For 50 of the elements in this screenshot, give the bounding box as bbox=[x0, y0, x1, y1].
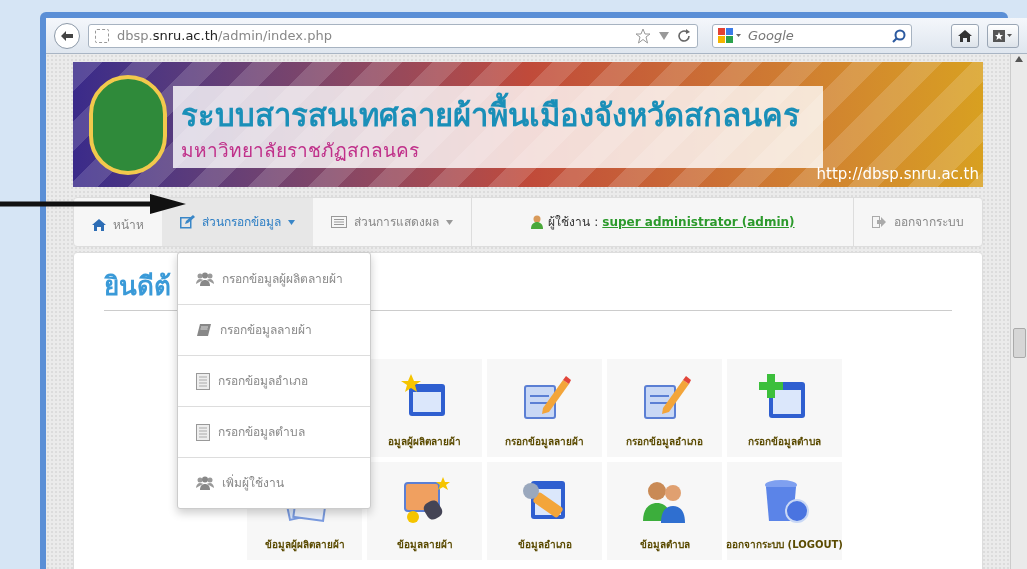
menu-tile[interactable]: กรอกข้อมูลอำเภอ bbox=[607, 359, 722, 457]
scroll-up-icon[interactable] bbox=[1015, 56, 1023, 62]
document-icon bbox=[196, 372, 210, 390]
home-icon bbox=[92, 219, 106, 231]
site-title: ระบบสารสนเทศลายผ้าพื้นเมืองจังหวัดสกลนคร bbox=[181, 91, 815, 138]
home-button[interactable] bbox=[951, 23, 979, 48]
menu-tile[interactable]: กรอกข้อมูลลายผ้า bbox=[487, 359, 602, 457]
home-icon bbox=[958, 29, 972, 42]
address-bar[interactable]: dbsp.snru.ac.th/admin/index.php bbox=[88, 23, 698, 48]
dropdown-caret-icon[interactable] bbox=[659, 31, 669, 40]
caret-icon bbox=[288, 219, 295, 225]
dropdown-item[interactable]: กรอกข้อมูลผู้ผลิตลายผ้า bbox=[178, 253, 370, 304]
sign-out-icon bbox=[872, 216, 886, 228]
bookmark-star-icon bbox=[993, 29, 1013, 42]
nav-menu-item[interactable]: ส่วนกรอกข้อมูล bbox=[162, 198, 313, 246]
university-seal-icon bbox=[89, 74, 167, 175]
banner-url: http://dbsp.snru.ac.th bbox=[816, 163, 979, 185]
menu-tile[interactable]: ข้อมูลตำบล bbox=[607, 462, 722, 560]
scrollbar[interactable] bbox=[1010, 54, 1027, 569]
document-icon bbox=[196, 423, 210, 441]
menu-tile[interactable]: ออกจากระบบ (LOGOUT) bbox=[727, 462, 842, 560]
edit-icon bbox=[180, 215, 195, 229]
star-icon[interactable] bbox=[635, 27, 651, 44]
university-name: มหาวิทยาลัยราชภัฏสกลนคร bbox=[181, 137, 420, 162]
menu-tile[interactable]: ข้อมูลลายผ้า bbox=[367, 462, 482, 560]
menu-tile[interactable]: กรอกข้อมูลตำบล bbox=[727, 359, 842, 457]
users-icon bbox=[196, 476, 214, 490]
search-engine-icon bbox=[718, 27, 742, 44]
menu-tile[interactable]: ข้อมูลอำเภอ bbox=[487, 462, 602, 560]
dropdown-item[interactable]: กรอกข้อมูลลายผ้า bbox=[178, 304, 370, 355]
search-field[interactable]: Google bbox=[712, 23, 912, 48]
back-button[interactable] bbox=[54, 22, 80, 49]
search-input[interactable]: Google bbox=[748, 25, 886, 46]
search-icon[interactable] bbox=[892, 28, 906, 43]
caret-icon bbox=[446, 219, 453, 225]
scroll-thumb[interactable] bbox=[1012, 328, 1026, 358]
bookmarks-button[interactable] bbox=[987, 23, 1019, 48]
dropdown-item[interactable]: กรอกข้อมูลอำเภอ bbox=[178, 355, 370, 406]
url-text: dbsp.snru.ac.th/admin/index.php bbox=[117, 26, 332, 45]
dropdown-item[interactable]: เพิ่มผู้ใช้งาน bbox=[178, 457, 370, 508]
back-arrow-icon bbox=[61, 30, 73, 41]
dropdown-item[interactable]: กรอกข้อมูลตำบล bbox=[178, 406, 370, 457]
site-identity-icon bbox=[95, 28, 109, 43]
welcome-heading: ยินดีต้ bbox=[104, 271, 171, 301]
list-icon bbox=[331, 216, 347, 228]
users-icon bbox=[196, 271, 214, 286]
user-icon bbox=[530, 215, 545, 229]
book-icon bbox=[196, 323, 212, 337]
reload-icon[interactable] bbox=[677, 28, 691, 43]
user-label: ผู้ใช้งาน : bbox=[548, 214, 599, 231]
